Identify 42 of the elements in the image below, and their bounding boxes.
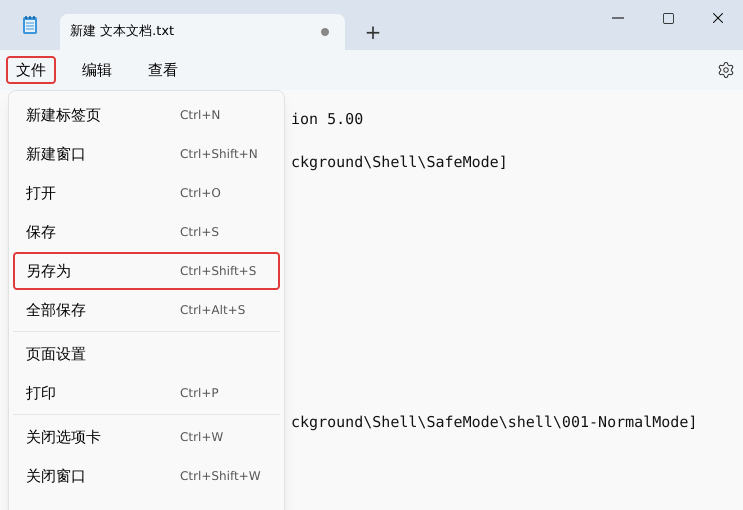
shortcut-label: Ctrl+P (180, 385, 219, 402)
menu-item-label: 页面设置 (26, 344, 87, 365)
menu-item-label: 保存 (26, 222, 57, 243)
menu-item[interactable]: 新建窗口 Ctrl+Shift+N (13, 135, 280, 173)
menu-item[interactable]: 关闭窗口 Ctrl+Shift+W (13, 457, 280, 495)
maximize-icon (662, 12, 674, 24)
menu-bar-item[interactable]: 查看 (138, 56, 188, 84)
menu-item-label: 全部保存 (26, 300, 87, 321)
tab-title: 新建 文本文档.txt (70, 23, 174, 42)
menu-item[interactable]: 另存为 Ctrl+Shift+S (13, 252, 280, 290)
menu-bar-item[interactable]: 编辑 (72, 56, 122, 84)
menu-item[interactable]: 打开 Ctrl+O (13, 174, 280, 212)
minimize-icon (612, 17, 624, 19)
shortcut-label: Ctrl+O (180, 185, 221, 202)
settings-icon[interactable] (717, 61, 735, 79)
shortcut-label: Ctrl+Shift+W (180, 468, 261, 485)
menu-item-label: 关闭选项卡 (26, 426, 102, 448)
shortcut-label: Ctrl+Shift+S (180, 263, 256, 280)
shortcut-label: Ctrl+N (180, 107, 220, 124)
menu-item-label: 打开 (26, 182, 57, 204)
editor-line: ion 5.00 (291, 109, 364, 130)
menu-item[interactable]: 全部保存 Ctrl+Alt+S (13, 291, 280, 329)
editor-line: ckground\Shell\SafeMode] (291, 152, 508, 173)
menu-item[interactable]: 打印 Ctrl+P (13, 374, 280, 412)
menu-item[interactable]: 关闭选项卡 Ctrl+W (13, 418, 280, 456)
menu-item-label: 新建标签页 (26, 104, 102, 126)
menu-item-label: 新建窗口 (26, 144, 87, 165)
notepad-icon (22, 15, 38, 35)
menu-bar-item[interactable]: 文件 (6, 56, 56, 84)
menu-item-label: 另存为 (26, 260, 72, 282)
menu-item[interactable]: 新建标签页 Ctrl+N (13, 96, 280, 134)
shortcut-label: Ctrl+W (180, 429, 224, 446)
menu-item-label: 打印 (26, 382, 57, 404)
menu-item-label: 关闭窗口 (26, 466, 87, 487)
menu-item[interactable]: 保存 Ctrl+S (13, 213, 280, 251)
shortcut-label: Ctrl+Shift+N (180, 146, 258, 163)
menu-item[interactable]: 页面设置 (13, 335, 280, 373)
new-tab-button[interactable]: + (345, 14, 401, 50)
shortcut-label: Ctrl+S (180, 224, 220, 241)
document-tab[interactable]: 新建 文本文档.txt (60, 14, 345, 50)
editor-line: ckground\Shell\SafeMode\shell\001-NormalMode] (291, 412, 698, 433)
shortcut-label: Ctrl+Alt+S (180, 302, 246, 319)
